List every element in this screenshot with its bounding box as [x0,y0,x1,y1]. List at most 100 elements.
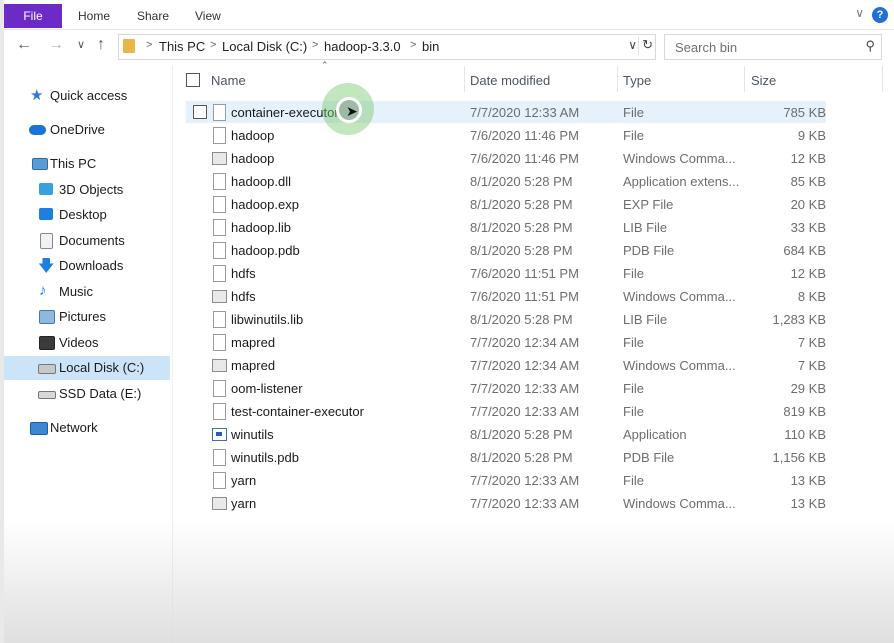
file-row[interactable]: mapred 7/7/2020 12:34 AM Windows Comma..… [186,354,826,376]
app-icon [212,428,227,441]
file-icon [213,380,226,397]
file-date: 8/1/2020 5:28 PM [470,427,573,442]
help-icon[interactable]: ? [872,7,888,23]
file-name: hadoop [231,128,275,143]
column-header-size[interactable]: Size [745,66,835,94]
file-row[interactable]: yarn 7/7/2020 12:33 AM Windows Comma... … [186,492,826,514]
tab-home[interactable]: Home [78,4,110,28]
file-row[interactable]: hadoop 7/6/2020 11:46 PM Windows Comma..… [186,147,826,169]
file-row[interactable]: hadoop.dll 8/1/2020 5:28 PM Application … [186,170,826,192]
sidebar-item-this-pc[interactable]: This PC [4,152,170,176]
sidebar-item-downloads[interactable]: 🡇 Downloads [4,254,170,278]
file-icon [213,219,226,236]
file-row[interactable]: hdfs 7/6/2020 11:51 PM File 12 KB [186,262,826,284]
file-date: 8/1/2020 5:28 PM [470,243,573,258]
sidebar-item-ssd-data[interactable]: SSD Data (E:) [4,382,170,406]
file-type: Windows Comma... [623,358,736,373]
tab-file[interactable]: File [4,4,62,28]
sidebar-item-onedrive[interactable]: OneDrive [4,118,170,142]
file-row[interactable]: test-container-executor 7/7/2020 12:33 A… [186,400,826,422]
breadcrumb-this-pc[interactable]: This PC [159,39,205,54]
file-date: 7/6/2020 11:46 PM [470,128,579,143]
chevron-right-icon[interactable]: > [146,39,152,51]
file-size: 1,283 KB [772,312,827,327]
file-type: Windows Comma... [623,496,736,511]
file-row[interactable]: libwinutils.lib 8/1/2020 5:28 PM LIB Fil… [186,308,826,330]
chevron-right-icon[interactable]: > [312,39,318,51]
file-icon [213,334,226,351]
file-name: mapred [231,358,276,373]
file-row[interactable]: hadoop.lib 8/1/2020 5:28 PM LIB File 33 … [186,216,826,238]
dll-file-icon [213,173,226,190]
sidebar-item-local-disk[interactable]: Local Disk (C:) [4,356,170,380]
tab-share[interactable]: Share [137,4,169,28]
sidebar-item-3d-objects[interactable]: 3D Objects [4,178,170,202]
file-icon [213,265,226,282]
file-row[interactable]: mapred 7/7/2020 12:34 AM File 7 KB [186,331,826,353]
column-separator[interactable] [882,66,883,92]
file-row[interactable]: hadoop.pdb 8/1/2020 5:28 PM PDB File 684… [186,239,826,261]
file-size: 13 KB [790,473,826,488]
file-row[interactable]: hadoop 7/6/2020 11:46 PM File 9 KB [186,124,826,146]
recent-locations-chevron-icon[interactable]: ∨ [77,38,85,51]
file-type: File [623,473,644,488]
file-date: 8/1/2020 5:28 PM [470,197,573,212]
select-all-checkbox[interactable] [186,73,200,87]
file-size: 29 KB [790,381,826,396]
chevron-right-icon[interactable]: > [410,39,416,51]
search-input[interactable] [673,38,857,56]
sidebar-item-desktop[interactable]: Desktop [4,203,170,227]
file-size: 33 KB [790,220,826,235]
file-row[interactable]: hadoop.exp 8/1/2020 5:28 PM EXP File 20 … [186,193,826,215]
file-icon [213,242,226,259]
file-name: hadoop.dll [231,174,291,189]
file-row[interactable]: winutils.pdb 8/1/2020 5:28 PM PDB File 1… [186,446,826,468]
file-explorer-window: File Home Share View ∨ ? ← → ∨ ↑ > This … [4,0,894,643]
file-date: 8/1/2020 5:28 PM [470,174,573,189]
file-size: 13 KB [790,496,826,511]
network-icon [30,422,48,435]
sidebar-item-quick-access[interactable]: ★ Quick access [4,84,170,108]
sidebar-item-label: SSD Data (E:) [59,386,142,401]
file-row[interactable]: oom-listener 7/7/2020 12:33 AM File 29 K… [186,377,826,399]
sidebar-item-pictures[interactable]: Pictures [4,305,170,329]
forward-arrow-icon[interactable]: → [48,36,64,54]
address-bar[interactable]: > This PC > Local Disk (C:) > hadoop-3.3… [118,34,656,60]
breadcrumb-hadoop[interactable]: hadoop-3.3.0 [324,39,401,54]
sidebar-item-network[interactable]: Network [4,416,170,440]
file-row[interactable]: container-executor 7/7/2020 12:33 AM Fil… [186,101,826,123]
column-header-label: Date modified [470,73,551,88]
file-date: 8/1/2020 5:28 PM [470,312,573,327]
tab-view[interactable]: View [195,4,221,28]
chevron-right-icon[interactable]: > [210,39,216,51]
file-size: 8 KB [797,289,826,304]
up-arrow-icon[interactable]: ↑ [97,36,105,54]
search-icon[interactable]: ⚲ [865,38,875,54]
file-name: hadoop [231,151,275,166]
column-header-date[interactable]: Date modified [465,66,617,94]
file-name: yarn [231,496,257,511]
address-dropdown-icon[interactable]: ∨ [628,38,637,52]
column-header-label: Size [751,73,777,88]
sidebar-item-documents[interactable]: Documents [4,229,170,253]
breadcrumb-local-disk[interactable]: Local Disk (C:) [222,39,307,54]
file-size: 85 KB [790,174,826,189]
documents-icon [40,233,53,249]
file-row[interactable]: hdfs 7/6/2020 11:51 PM Windows Comma... … [186,285,826,307]
row-checkbox[interactable] [193,105,207,119]
file-row[interactable]: winutils 8/1/2020 5:28 PM Application 11… [186,423,826,445]
mouse-pointer-icon: ➤ [346,103,358,119]
file-size: 20 KB [790,197,826,212]
desktop-icon [39,208,53,220]
search-box[interactable]: ⚲ [664,34,882,60]
sidebar-item-music[interactable]: ♪ Music [4,280,170,304]
file-row[interactable]: yarn 7/7/2020 12:33 AM File 13 KB [186,469,826,491]
file-date: 7/7/2020 12:33 AM [470,381,580,396]
sidebar-item-videos[interactable]: Videos [4,331,170,355]
column-header-type[interactable]: Type [618,66,744,94]
chevron-down-icon[interactable]: ∨ [855,6,864,20]
back-arrow-icon[interactable]: ← [16,36,32,54]
folder-icon [123,39,135,53]
breadcrumb-bin[interactable]: bin [422,39,439,54]
refresh-icon[interactable]: ↻ [638,37,653,55]
